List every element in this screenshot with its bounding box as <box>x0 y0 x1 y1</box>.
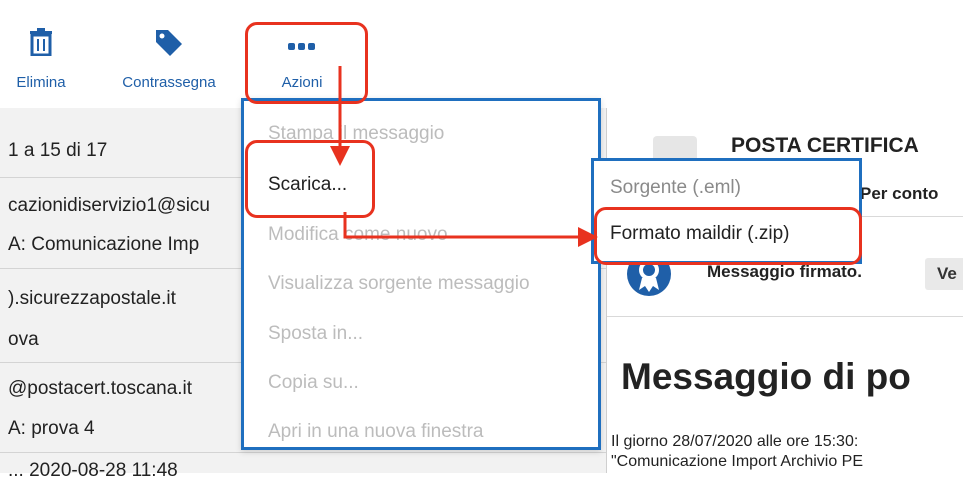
menu-item-move-to[interactable]: Sposta in... <box>268 323 363 345</box>
message-body-line: Il giorno 28/07/2020 alle ore 15:30: <box>611 433 859 450</box>
menu-item-open-new-window[interactable]: Apri in una nuova finestra <box>268 421 483 443</box>
list-item[interactable]: ... 2020-08-28 11:48 <box>8 460 614 482</box>
tag-icon <box>154 28 184 63</box>
trash-icon <box>29 28 53 61</box>
tag-label: Contrassegna <box>122 74 216 91</box>
divider <box>0 452 606 453</box>
divider <box>607 316 963 317</box>
download-submenu: Sorgente (.eml) Formato maildir (.zip) <box>591 158 862 264</box>
submenu-item-maildir-zip[interactable]: Formato maildir (.zip) <box>610 223 789 245</box>
menu-item-edit-as-new[interactable]: Modifica come nuovo <box>268 224 448 246</box>
submenu-item-eml[interactable]: Sorgente (.eml) <box>610 177 741 199</box>
verify-button[interactable]: Ve <box>925 258 963 290</box>
menu-item-view-source[interactable]: Visualizza sorgente messaggio <box>268 273 530 295</box>
delete-label: Elimina <box>16 74 66 91</box>
actions-label: Azioni <box>281 74 323 91</box>
message-body-line: "Comunicazione Import Archivio PE <box>611 453 864 470</box>
actions-button[interactable]: Azioni <box>252 18 352 98</box>
menu-item-copy-to[interactable]: Copia su... <box>268 372 359 394</box>
tag-button[interactable]: Contrassegna <box>108 18 230 98</box>
message-body: Il giorno 28/07/2020 alle ore 15:30: "Co… <box>611 432 863 472</box>
menu-item-print[interactable]: Stampa il messaggio <box>268 123 444 145</box>
toolbar: Elimina Contrassegna Azioni <box>0 0 963 108</box>
actions-menu: Stampa il messaggio Scarica... Modifica … <box>241 98 601 450</box>
delete-button[interactable]: Elimina <box>6 18 76 98</box>
message-from: Per conto <box>860 184 939 203</box>
message-subject: POSTA CERTIFICA <box>731 134 919 157</box>
more-dots-icon <box>288 38 316 56</box>
message-title: Messaggio di po <box>621 356 911 397</box>
signed-label: Messaggio firmato. <box>707 262 862 281</box>
menu-item-download[interactable]: Scarica... <box>268 174 347 196</box>
